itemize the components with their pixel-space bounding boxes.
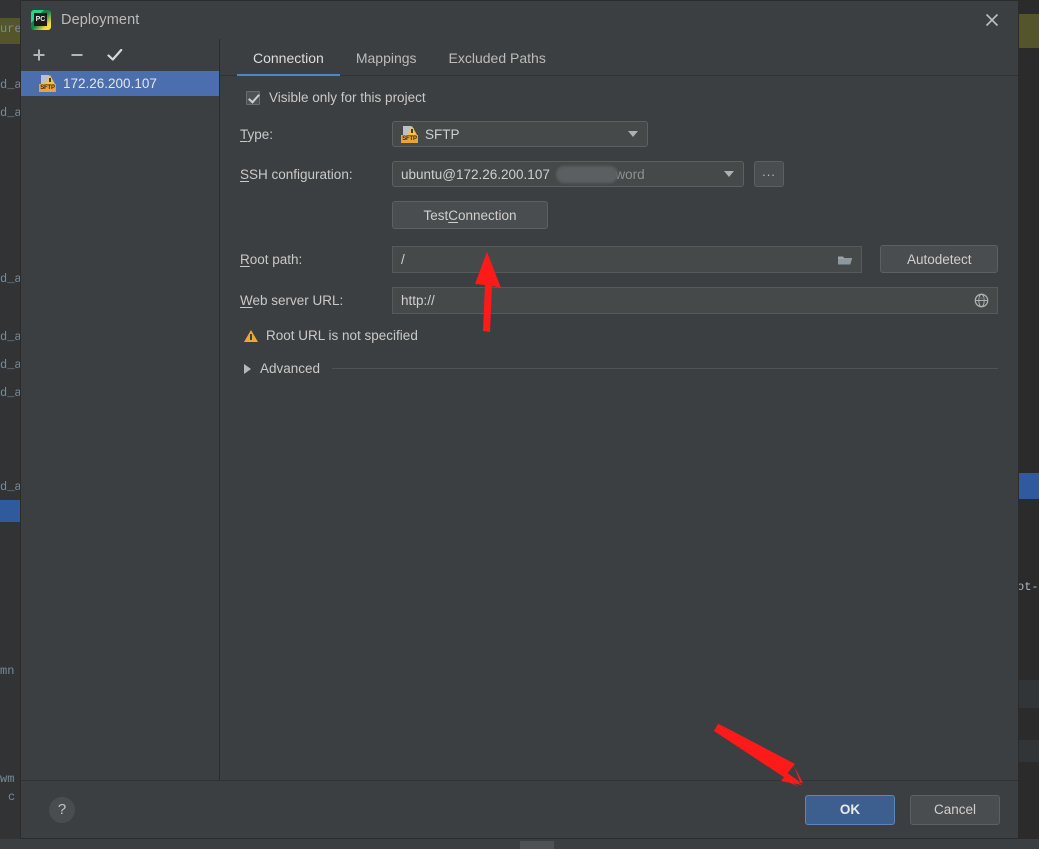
tab-excluded-paths[interactable]: Excluded Paths	[433, 50, 562, 75]
server-list-panel: SFTP 172.26.200.107	[21, 39, 220, 780]
pycharm-logo-icon	[31, 10, 51, 30]
bg-code-fragment: d_a	[0, 272, 20, 286]
root-url-warning-text: Root URL is not specified	[266, 328, 418, 343]
editor-selection-strip-left	[0, 500, 20, 522]
sftp-badge-label: SFTP	[39, 84, 56, 92]
web-server-url-label: Web server URL:	[240, 293, 344, 308]
root-path-row: Root path: / Autodetect	[240, 245, 998, 273]
close-icon[interactable]	[980, 8, 1004, 32]
test-connection-row: Test Connection	[240, 201, 998, 229]
web-server-url-row: Web server URL: http://	[240, 287, 998, 314]
tab-bar: Connection Mappings Excluded Paths	[220, 39, 1018, 76]
ok-button[interactable]: OK	[805, 794, 895, 825]
visible-only-checkbox-row[interactable]: Visible only for this project	[240, 90, 998, 105]
dialog-title: Deployment	[61, 12, 140, 28]
help-button[interactable]: ?	[49, 796, 75, 823]
type-label: Type:	[240, 126, 274, 142]
warning-triangle-icon	[244, 329, 258, 342]
check-icon[interactable]	[105, 45, 125, 65]
editor-right-band	[1017, 740, 1039, 762]
ssh-configuration-label: SSH configuration:	[240, 166, 353, 182]
server-list: SFTP 172.26.200.107	[21, 71, 219, 96]
editor-right-highlight-olive	[1017, 14, 1039, 48]
autodetect-button[interactable]: Autodetect	[880, 245, 998, 273]
ssh-config-browse-button[interactable]: ...	[754, 161, 784, 187]
bg-code-fragment: d_a	[0, 106, 20, 120]
chevron-down-icon	[724, 171, 734, 177]
ssh-configuration-dropdown[interactable]: ubuntu@172.26.200.107 ssword	[392, 161, 744, 187]
triangle-right-icon[interactable]	[244, 363, 251, 374]
type-dropdown[interactable]: SFTP SFTP	[392, 121, 648, 147]
plus-icon[interactable]	[29, 45, 49, 65]
editor-left-gutter	[0, 0, 20, 849]
root-path-value: /	[401, 251, 405, 267]
globe-icon[interactable]	[974, 293, 989, 308]
redaction-overlay	[556, 166, 618, 183]
type-value: SFTP	[425, 126, 460, 142]
web-server-url-input[interactable]: http://	[392, 287, 998, 314]
minus-icon[interactable]	[67, 45, 87, 65]
editor-right-inner	[1017, 0, 1039, 849]
tab-mappings[interactable]: Mappings	[340, 50, 433, 75]
advanced-section-header[interactable]: Advanced	[244, 361, 998, 376]
editor-right-band	[1017, 680, 1039, 708]
sftp-icon: SFTP	[401, 125, 418, 143]
chevron-down-icon	[628, 131, 638, 137]
cancel-button[interactable]: Cancel	[910, 794, 1000, 825]
test-connection-button[interactable]: Test Connection	[392, 201, 548, 229]
bg-code-fragment: d_a	[0, 330, 20, 344]
bg-code-fragment-right: ot-	[1017, 580, 1039, 594]
tab-connection[interactable]: Connection	[237, 50, 340, 76]
advanced-divider	[332, 368, 998, 369]
bg-code-fragment: d_a	[0, 480, 20, 494]
bg-code-fragment: mn	[0, 664, 15, 678]
visible-only-label: Visible only for this project	[269, 90, 426, 105]
sftp-warning-icon: SFTP	[39, 75, 56, 92]
ide-status-chip	[520, 841, 554, 849]
bg-code-fragment: d_a	[0, 78, 20, 92]
advanced-label: Advanced	[260, 361, 321, 376]
visible-only-checkbox[interactable]	[246, 90, 260, 105]
dialog-content: Connection Mappings Excluded Paths Visib…	[220, 39, 1018, 780]
type-row: Type: SFTP SFTP	[240, 121, 998, 147]
ssh-configuration-value: ubuntu@172.26.200.107	[401, 166, 550, 182]
server-list-toolbar	[21, 39, 219, 71]
bg-code-fragment: ure	[0, 22, 20, 36]
connection-form: Visible only for this project Type: SFTP…	[220, 76, 1018, 780]
dialog-footer: ? OK Cancel	[21, 780, 1018, 838]
server-list-item-label: 172.26.200.107	[63, 76, 157, 91]
root-path-label: Root path:	[240, 251, 303, 267]
server-list-item[interactable]: SFTP 172.26.200.107	[21, 71, 219, 96]
bg-code-fragment: d_a	[0, 386, 20, 400]
deployment-dialog: Deployment	[20, 0, 1019, 839]
bg-code-fragment: c	[8, 790, 16, 804]
dialog-titlebar: Deployment	[21, 1, 1018, 39]
root-path-input[interactable]: /	[392, 245, 863, 273]
ssh-configuration-row: SSH configuration: ubuntu@172.26.200.107…	[240, 161, 998, 187]
web-server-url-value: http://	[401, 293, 435, 308]
bg-code-fragment: d_a	[0, 358, 20, 372]
root-url-warning: Root URL is not specified	[244, 328, 998, 343]
editor-right-selection	[1017, 473, 1039, 499]
bg-code-fragment: wm	[0, 772, 15, 786]
dialog-body: SFTP 172.26.200.107 Connection Mappings …	[21, 39, 1018, 780]
folder-icon[interactable]	[837, 253, 853, 266]
